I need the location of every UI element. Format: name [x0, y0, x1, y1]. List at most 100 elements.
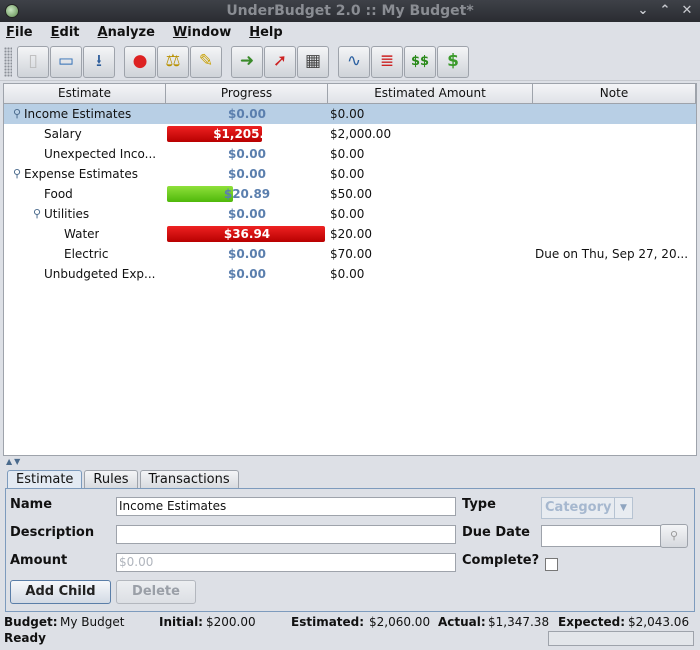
estimate-name: Electric [64, 247, 109, 261]
chevron-down-icon[interactable]: ▼ [614, 498, 632, 518]
type-select[interactable]: Category ▼ [541, 497, 633, 519]
cash-icon[interactable]: $ [437, 45, 469, 78]
calculator-icon[interactable]: ▦ [297, 45, 329, 78]
table-row[interactable]: Water $36.94 $20.00 [4, 224, 696, 244]
estimated-amount-cell: $70.00 [330, 247, 372, 261]
estimate-name-cell[interactable]: ⚲ Expense Estimates [4, 164, 166, 184]
maximize-icon[interactable]: ⌃ [656, 0, 674, 22]
toolbar-grip[interactable] [4, 46, 12, 77]
note-cell [533, 124, 696, 144]
table-header: Estimate Progress Estimated Amount Note [4, 84, 696, 104]
progress-value: $20.89 [223, 187, 271, 201]
assignment-icon[interactable]: ✎ [190, 45, 222, 78]
progress-value: $36.94 [223, 227, 271, 241]
expected-status-label: Expected: [558, 615, 626, 629]
tab-transactions[interactable]: Transactions [139, 470, 239, 489]
note-cell [533, 164, 696, 184]
budget-status-label: Budget: [4, 615, 58, 629]
table-row[interactable]: ⚲ Utilities $0.00 $0.00 [4, 204, 696, 224]
minimize-icon[interactable]: ⌄ [634, 0, 652, 22]
column-header-progress[interactable]: Progress [166, 84, 328, 103]
analyze-icon[interactable]: ∿ [338, 45, 370, 78]
table-row[interactable]: Salary $1,205.21 $2,000.00 [4, 124, 696, 144]
window-controls: ⌄ ⌃ ✕ [634, 0, 696, 22]
menu-file[interactable]: File [4, 25, 35, 40]
note-cell [533, 184, 696, 204]
estimated-amount-cell: $0.00 [330, 167, 365, 181]
table-row[interactable]: ⚲ Expense Estimates $0.00 $0.00 [4, 164, 696, 184]
note-cell [533, 224, 696, 244]
progress-cell: $0.00 [166, 204, 328, 224]
table-row[interactable]: Food $20.89 $50.00 [4, 184, 696, 204]
note-cell [533, 264, 696, 284]
name-label: Name [10, 497, 53, 512]
save-icon[interactable]: ⭳ [83, 45, 115, 78]
app-icon[interactable] [5, 4, 19, 18]
tab-estimate[interactable]: Estimate [7, 470, 83, 489]
estimated-amount-cell: $50.00 [330, 187, 372, 201]
type-label: Type [462, 497, 496, 512]
table-row[interactable]: Electric $0.00 $70.00 Due on Thu, Sep 27, 2… [4, 244, 696, 264]
actual-status-label: Actual: [438, 615, 486, 629]
close-icon[interactable]: ✕ [678, 0, 696, 22]
export-icon[interactable]: ➚ [264, 45, 296, 78]
menu-help[interactable]: Help [247, 25, 284, 40]
description-field[interactable] [116, 525, 456, 544]
estimate-tree-table[interactable]: Estimate Progress Estimated Amount Note … [3, 83, 697, 456]
tree-toggle-icon[interactable]: ⚲ [10, 104, 24, 124]
balance-icon[interactable]: ⚖ [157, 45, 189, 78]
estimate-name-cell[interactable]: Water [4, 224, 166, 244]
window-title: UnderBudget 2.0 :: My Budget* [226, 3, 474, 19]
estimated-amount-cell: $0.00 [330, 207, 365, 221]
detail-tabs: Estimate Rules Transactions [7, 470, 241, 489]
column-header-estimated-amount[interactable]: Estimated Amount [328, 84, 533, 103]
progress-cell: $0.00 [166, 264, 328, 284]
estimate-name: Water [64, 227, 100, 241]
estimate-name-cell[interactable]: Unexpected Inco... [4, 144, 166, 164]
estimated-status-value: $2,060.00 [369, 615, 431, 629]
collapse-down-icon[interactable]: ▼ [14, 457, 20, 466]
ledger-icon[interactable]: ≣ [371, 45, 403, 78]
menu-edit[interactable]: Edit [49, 25, 82, 40]
note-cell: Due on Thu, Sep 27, 20... [535, 247, 689, 261]
table-row[interactable]: Unbudgeted Exp... $0.00 $0.00 [4, 264, 696, 284]
estimate-name: Expense Estimates [24, 167, 138, 181]
table-row[interactable]: ⚲ Income Estimates $0.00 $0.00 [4, 104, 696, 124]
money-icon[interactable]: $$ [404, 45, 436, 78]
initial-status-label: Initial: [159, 615, 203, 629]
budget-icon[interactable]: ● [124, 45, 156, 78]
split-pane-divider[interactable]: ▲ ▼ [3, 457, 697, 466]
due-date-field[interactable] [541, 525, 661, 547]
progress-value: $1,205.21 [213, 127, 281, 141]
delete-button[interactable]: Delete [116, 580, 196, 604]
tree-toggle-icon[interactable]: ⚲ [30, 204, 44, 224]
add-child-button[interactable]: Add Child [10, 580, 111, 604]
menu-window[interactable]: Window [171, 25, 233, 40]
column-header-estimate[interactable]: Estimate [4, 84, 166, 103]
amount-field[interactable]: $0.00 [116, 553, 456, 572]
estimate-name-cell[interactable]: ⚲ Income Estimates [4, 104, 166, 124]
estimate-name: Unexpected Inco... [44, 147, 157, 161]
menu-analyze[interactable]: Analyze [96, 25, 157, 40]
estimate-name: Unbudgeted Exp... [44, 267, 156, 281]
column-header-note[interactable]: Note [533, 84, 696, 103]
name-field[interactable]: Income Estimates [116, 497, 456, 516]
amount-label: Amount [10, 553, 68, 568]
estimate-name-cell[interactable]: Electric [4, 244, 166, 264]
estimate-name-cell[interactable]: Unbudgeted Exp... [4, 264, 166, 284]
tree-toggle-icon[interactable]: ⚲ [10, 164, 24, 184]
collapse-up-icon[interactable]: ▲ [6, 457, 12, 466]
initial-status-value: $200.00 [206, 615, 256, 629]
date-picker-icon[interactable]: ⚲ [660, 524, 688, 548]
new-icon[interactable]: ▯ [17, 45, 49, 78]
tab-rules[interactable]: Rules [84, 470, 138, 489]
estimate-name-cell[interactable]: Salary [4, 124, 166, 144]
progress-cell: $0.00 [166, 164, 328, 184]
estimate-name-cell[interactable]: Food [4, 184, 166, 204]
budget-status-value: My Budget [60, 615, 125, 629]
complete-checkbox[interactable] [545, 558, 558, 571]
table-row[interactable]: Unexpected Inco... $0.00 $0.00 [4, 144, 696, 164]
estimate-name-cell[interactable]: ⚲ Utilities [4, 204, 166, 224]
import-icon[interactable]: ➜ [231, 45, 263, 78]
open-icon[interactable]: ▭ [50, 45, 82, 78]
